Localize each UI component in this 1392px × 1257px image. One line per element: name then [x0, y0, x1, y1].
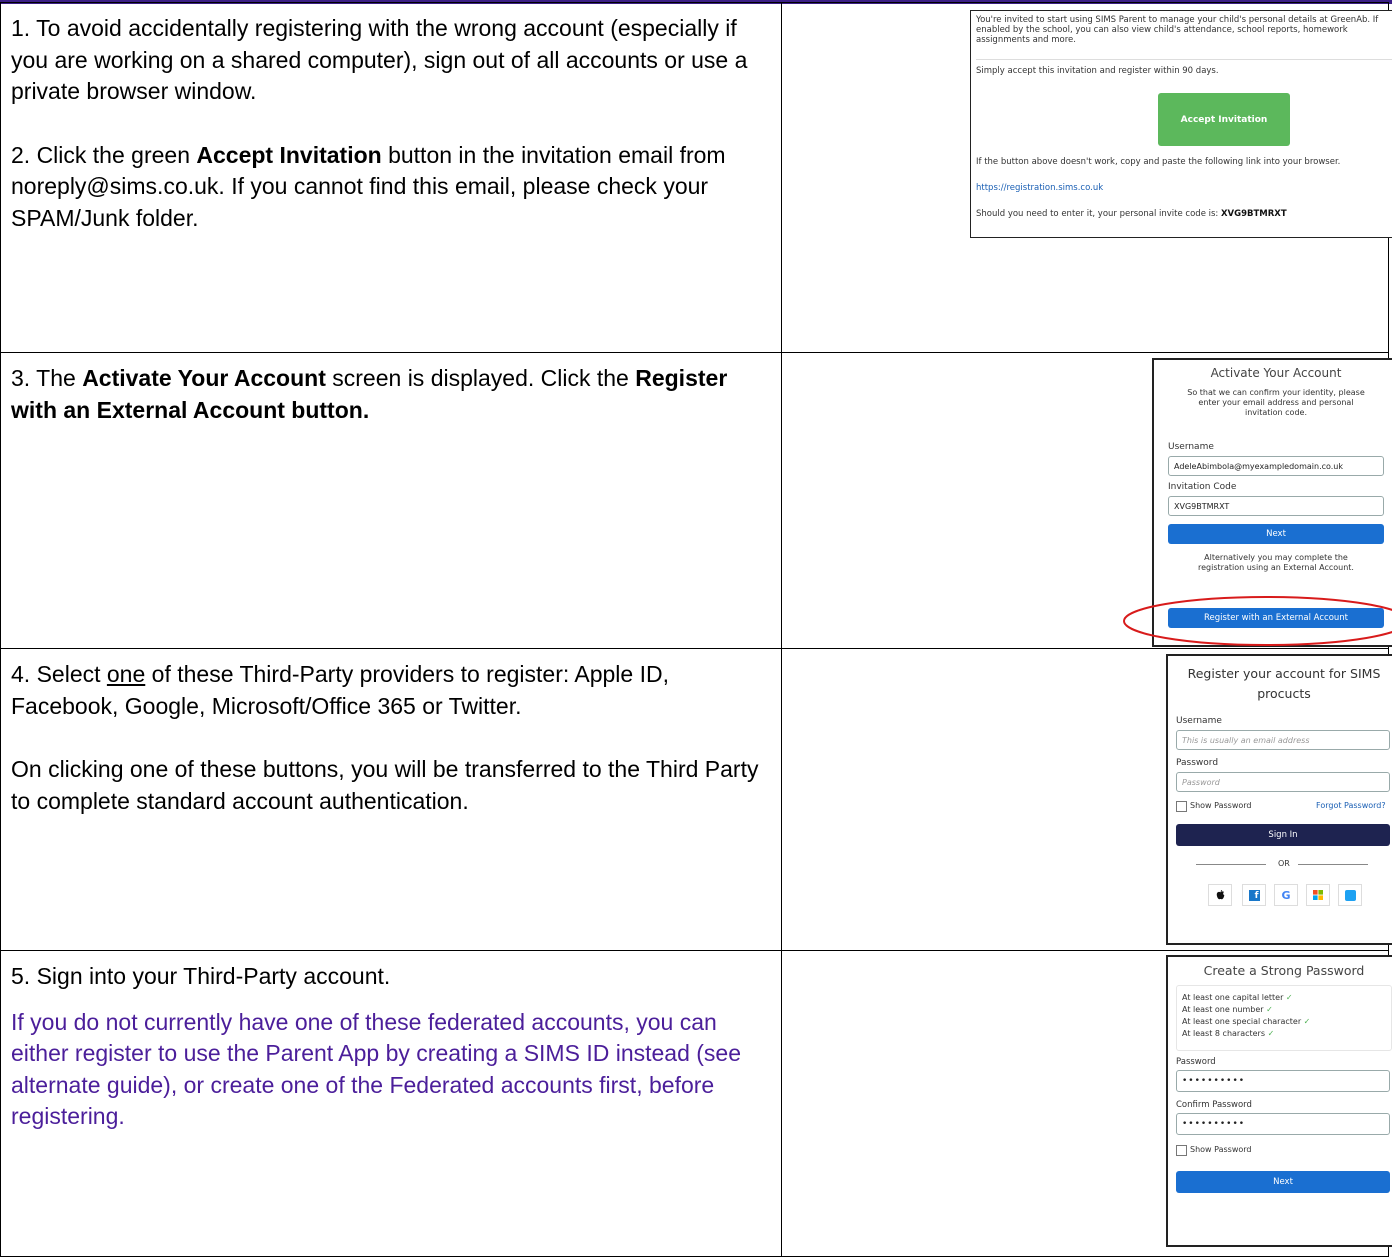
row2-screenshot-cell: Activate Your Account So that we can con…	[781, 352, 1392, 649]
facebook-signin-icon[interactable]: f	[1242, 884, 1266, 906]
rule-item: At least 8 characters ✓	[1182, 1029, 1275, 1038]
forgot-password-link[interactable]: Forgot Password?	[1316, 801, 1386, 810]
step-1-text: 1. To avoid accidentally registering wit…	[11, 15, 748, 104]
sign-in-button[interactable]: Sign In	[1176, 824, 1390, 846]
email-accept-text: Simply accept this invitation and regist…	[976, 66, 1219, 76]
email-fallback-text: If the button above doesn't work, copy a…	[976, 157, 1341, 167]
apple-signin-icon[interactable]	[1208, 884, 1232, 906]
invitation-code-label: Invitation Code	[1168, 482, 1237, 492]
step-4-text: 4. Select one of these Third-Party provi…	[11, 661, 669, 719]
rule-item: At least one special character ✓	[1182, 1017, 1311, 1026]
guide-row-4: 5. Sign into your Third-Party account. I…	[0, 950, 1392, 1257]
email-divider	[976, 59, 1392, 60]
create-password-title: Create a Strong Password	[1203, 963, 1365, 978]
register-account-screenshot: Register your account for SIMS procucts …	[1166, 654, 1392, 945]
password-rules-box: At least one capital letter ✓ At least o…	[1176, 985, 1392, 1051]
email-intro-text: You're invited to start using SIMS Paren…	[976, 15, 1379, 45]
or-divider-right	[1298, 864, 1368, 865]
row2-instructions: 3. The Activate Your Account screen is d…	[0, 352, 782, 649]
check-icon: ✓	[1266, 1005, 1273, 1014]
step-3-text: 3. The Activate Your Account screen is d…	[11, 365, 728, 423]
create-password-next-button[interactable]: Next	[1176, 1171, 1390, 1193]
invite-code-line: Should you need to enter it, your person…	[976, 209, 1287, 219]
invitation-code-field[interactable]: XVG9BTMRXT	[1168, 496, 1384, 516]
row1-screenshot-cell: You're invited to start using SIMS Paren…	[781, 2, 1392, 353]
row1-instructions: 1. To avoid accidentally registering wit…	[0, 2, 782, 353]
google-signin-icon[interactable]: G	[1274, 884, 1298, 906]
twitter-signin-icon[interactable]	[1338, 884, 1362, 906]
row3-screenshot-cell: Register your account for SIMS procucts …	[781, 648, 1392, 951]
register-title: Register your account for SIMS procucts	[1187, 666, 1381, 701]
check-icon: ✓	[1267, 1029, 1275, 1038]
check-icon: ✓	[1303, 1017, 1311, 1026]
or-divider-left	[1196, 864, 1266, 865]
guide-row-3: 4. Select one of these Third-Party provi…	[0, 648, 1392, 951]
step-2-text: 2. Click the green Accept Invitation but…	[11, 141, 726, 231]
row3-instructions: 4. Select one of these Third-Party provi…	[0, 648, 782, 951]
register-password-input[interactable]: Password	[1176, 772, 1390, 792]
confirm-password-label: Confirm Password	[1176, 1100, 1252, 1110]
microsoft-signin-icon[interactable]	[1306, 884, 1330, 906]
rule-item: At least one capital letter ✓	[1182, 993, 1293, 1002]
show-password-label: Show Password	[1190, 1145, 1252, 1154]
guide-row-1: 1. To avoid accidentally registering wit…	[0, 2, 1392, 353]
or-divider-label: OR	[1278, 859, 1290, 868]
accept-invitation-button[interactable]: Accept Invitation	[1158, 93, 1290, 146]
username-field[interactable]: AdeleAbimbola@myexampledomain.co.uk	[1168, 456, 1384, 476]
register-password-label: Password	[1176, 758, 1219, 768]
confirm-password-input[interactable]: ••••••••••	[1176, 1113, 1390, 1135]
alternative-text: Alternatively you may complete the regis…	[1198, 553, 1354, 572]
row4-screenshot-cell: Create a Strong Password At least one ca…	[781, 950, 1392, 1257]
show-password-checkbox[interactable]	[1176, 801, 1187, 812]
new-password-label: Password	[1176, 1057, 1216, 1067]
username-label: Username	[1168, 442, 1214, 452]
new-password-input[interactable]: ••••••••••	[1176, 1070, 1390, 1092]
next-button[interactable]: Next	[1168, 524, 1384, 544]
invitation-email-screenshot: You're invited to start using SIMS Paren…	[970, 10, 1392, 238]
registration-guide-table: 1. To avoid accidentally registering wit…	[0, 2, 1392, 1257]
activate-subtitle: So that we can confirm your identity, pl…	[1187, 388, 1365, 417]
show-password-label: Show Password	[1190, 801, 1252, 810]
row4-instructions: 5. Sign into your Third-Party account. I…	[0, 950, 782, 1257]
password-rules-list: At least one capital letter ✓ At least o…	[1182, 992, 1310, 1040]
activate-title: Activate Your Account	[1210, 366, 1342, 380]
highlight-ellipse	[1123, 596, 1392, 646]
register-username-input[interactable]: This is usually an email address	[1176, 730, 1390, 750]
check-icon: ✓	[1285, 993, 1293, 1002]
step-5-text: 5. Sign into your Third-Party account.	[11, 963, 391, 989]
federated-accounts-note: If you do not currently have one of thes…	[11, 1008, 742, 1130]
guide-row-2: 3. The Activate Your Account screen is d…	[0, 352, 1392, 649]
rule-item: At least one number ✓	[1182, 1005, 1273, 1014]
show-password-checkbox[interactable]	[1176, 1145, 1187, 1156]
step-4-detail-text: On clicking one of these buttons, you wi…	[11, 756, 759, 814]
create-password-screenshot: Create a Strong Password At least one ca…	[1166, 955, 1392, 1247]
register-username-label: Username	[1176, 716, 1222, 726]
registration-link[interactable]: https://registration.sims.co.uk	[976, 183, 1103, 193]
